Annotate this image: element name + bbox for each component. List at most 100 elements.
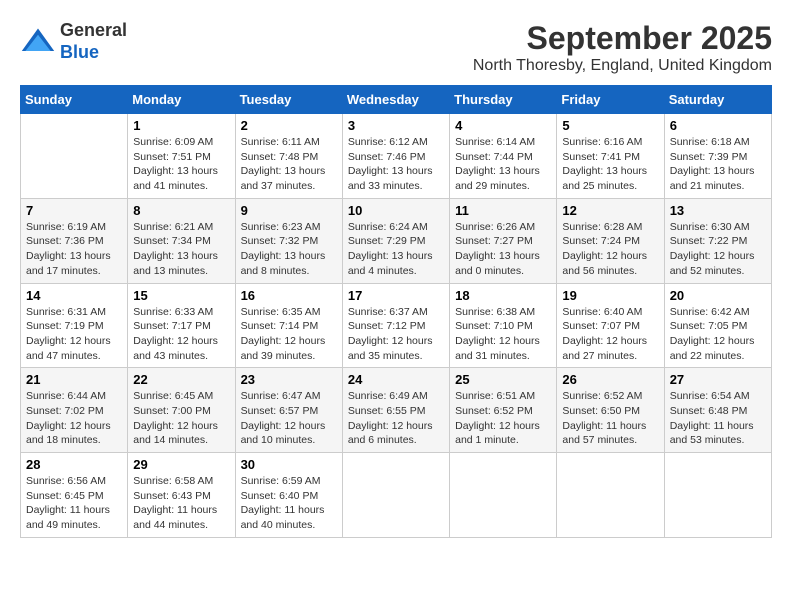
day-info: Sunrise: 6:47 AM Sunset: 6:57 PM Dayligh…: [241, 389, 337, 448]
day-info: Sunrise: 6:30 AM Sunset: 7:22 PM Dayligh…: [670, 220, 766, 279]
day-info: Sunrise: 6:52 AM Sunset: 6:50 PM Dayligh…: [562, 389, 658, 448]
day-info: Sunrise: 6:28 AM Sunset: 7:24 PM Dayligh…: [562, 220, 658, 279]
day-info: Sunrise: 6:51 AM Sunset: 6:52 PM Dayligh…: [455, 389, 551, 448]
logo-icon: [20, 24, 56, 60]
day-info: Sunrise: 6:58 AM Sunset: 6:43 PM Dayligh…: [133, 474, 229, 533]
day-number: 20: [670, 288, 766, 303]
calendar-cell: 10 Sunrise: 6:24 AM Sunset: 7:29 PM Dayli…: [342, 198, 449, 283]
calendar-cell: 23 Sunrise: 6:47 AM Sunset: 6:57 PM Dayli…: [235, 368, 342, 453]
day-number: 4: [455, 118, 551, 133]
day-number: 8: [133, 203, 229, 218]
day-number: 26: [562, 372, 658, 387]
calendar-cell: 6 Sunrise: 6:18 AM Sunset: 7:39 PM Daylig…: [664, 114, 771, 199]
calendar-week-row: 7 Sunrise: 6:19 AM Sunset: 7:36 PM Daylig…: [21, 198, 772, 283]
calendar-cell: 9Sunrise: 6:23 AM Sunset: 7:32 PM Daylig…: [235, 198, 342, 283]
calendar-cell: 2 Sunrise: 6:11 AM Sunset: 7:48 PM Daylig…: [235, 114, 342, 199]
day-info: Sunrise: 6:18 AM Sunset: 7:39 PM Dayligh…: [670, 135, 766, 194]
calendar-cell: 15 Sunrise: 6:33 AM Sunset: 7:17 PM Dayli…: [128, 283, 235, 368]
day-number: 24: [348, 372, 444, 387]
calendar-cell: [557, 453, 664, 538]
calendar-cell: 22Sunrise: 6:45 AM Sunset: 7:00 PM Dayli…: [128, 368, 235, 453]
day-info: Sunrise: 6:45 AM Sunset: 7:00 PM Dayligh…: [133, 389, 229, 448]
weekday-header-saturday: Saturday: [664, 86, 771, 114]
title-block: September 2025 North Thoresby, England, …: [473, 20, 772, 75]
day-info: Sunrise: 6:31 AM Sunset: 7:19 PM Dayligh…: [26, 305, 122, 364]
day-number: 7: [26, 203, 122, 218]
day-info: Sunrise: 6:42 AM Sunset: 7:05 PM Dayligh…: [670, 305, 766, 364]
day-number: 19: [562, 288, 658, 303]
calendar-cell: 20 Sunrise: 6:42 AM Sunset: 7:05 PM Dayli…: [664, 283, 771, 368]
day-number: 25: [455, 372, 551, 387]
page-header: General Blue September 2025 North Thores…: [20, 20, 772, 75]
day-number: 30: [241, 457, 337, 472]
logo-line1: General: [60, 20, 127, 42]
day-info: Sunrise: 6:14 AM Sunset: 7:44 PM Dayligh…: [455, 135, 551, 194]
day-number: 16: [241, 288, 337, 303]
day-info: Sunrise: 6:19 AM Sunset: 7:36 PM Dayligh…: [26, 220, 122, 279]
calendar-cell: 27Sunrise: 6:54 AM Sunset: 6:48 PM Dayli…: [664, 368, 771, 453]
day-number: 11: [455, 203, 551, 218]
day-info: Sunrise: 6:09 AM Sunset: 7:51 PM Dayligh…: [133, 135, 229, 194]
calendar-cell: 7 Sunrise: 6:19 AM Sunset: 7:36 PM Daylig…: [21, 198, 128, 283]
day-info: Sunrise: 6:21 AM Sunset: 7:34 PM Dayligh…: [133, 220, 229, 279]
day-number: 2: [241, 118, 337, 133]
day-number: 3: [348, 118, 444, 133]
calendar-cell: 17 Sunrise: 6:37 AM Sunset: 7:12 PM Dayli…: [342, 283, 449, 368]
day-number: 21: [26, 372, 122, 387]
calendar-cell: 8 Sunrise: 6:21 AM Sunset: 7:34 PM Daylig…: [128, 198, 235, 283]
day-info: Sunrise: 6:44 AM Sunset: 7:02 PM Dayligh…: [26, 389, 122, 448]
day-info: Sunrise: 6:56 AM Sunset: 6:45 PM Dayligh…: [26, 474, 122, 533]
logo-line2: Blue: [60, 42, 127, 64]
day-info: Sunrise: 6:11 AM Sunset: 7:48 PM Dayligh…: [241, 135, 337, 194]
day-info: Sunrise: 6:26 AM Sunset: 7:27 PM Dayligh…: [455, 220, 551, 279]
calendar-cell: 28 Sunrise: 6:56 AM Sunset: 6:45 PM Dayli…: [21, 453, 128, 538]
day-info: Sunrise: 6:54 AM Sunset: 6:48 PM Dayligh…: [670, 389, 766, 448]
day-info: Sunrise: 6:23 AM Sunset: 7:32 PM Dayligh…: [241, 220, 337, 279]
calendar-week-row: 28 Sunrise: 6:56 AM Sunset: 6:45 PM Dayli…: [21, 453, 772, 538]
calendar-cell: 14 Sunrise: 6:31 AM Sunset: 7:19 PM Dayli…: [21, 283, 128, 368]
calendar-cell: 12Sunrise: 6:28 AM Sunset: 7:24 PM Dayli…: [557, 198, 664, 283]
calendar-week-row: 21 Sunrise: 6:44 AM Sunset: 7:02 PM Dayli…: [21, 368, 772, 453]
logo-text: General Blue: [60, 20, 127, 63]
month-title: September 2025: [473, 20, 772, 57]
calendar-cell: 30Sunrise: 6:59 AM Sunset: 6:40 PM Dayli…: [235, 453, 342, 538]
day-number: 28: [26, 457, 122, 472]
calendar-cell: [450, 453, 557, 538]
day-number: 17: [348, 288, 444, 303]
day-info: Sunrise: 6:24 AM Sunset: 7:29 PM Dayligh…: [348, 220, 444, 279]
calendar-cell: 19 Sunrise: 6:40 AM Sunset: 7:07 PM Dayli…: [557, 283, 664, 368]
calendar-cell: 1 Sunrise: 6:09 AM Sunset: 7:51 PM Daylig…: [128, 114, 235, 199]
weekday-header-thursday: Thursday: [450, 86, 557, 114]
weekday-header-friday: Friday: [557, 86, 664, 114]
day-number: 1: [133, 118, 229, 133]
day-info: Sunrise: 6:37 AM Sunset: 7:12 PM Dayligh…: [348, 305, 444, 364]
day-info: Sunrise: 6:35 AM Sunset: 7:14 PM Dayligh…: [241, 305, 337, 364]
logo: General Blue: [20, 20, 127, 63]
weekday-header-tuesday: Tuesday: [235, 86, 342, 114]
weekday-header-wednesday: Wednesday: [342, 86, 449, 114]
calendar-cell: 21 Sunrise: 6:44 AM Sunset: 7:02 PM Dayli…: [21, 368, 128, 453]
calendar-table: SundayMondayTuesdayWednesdayThursdayFrid…: [20, 85, 772, 538]
day-info: Sunrise: 6:40 AM Sunset: 7:07 PM Dayligh…: [562, 305, 658, 364]
day-number: 10: [348, 203, 444, 218]
calendar-cell: 11 Sunrise: 6:26 AM Sunset: 7:27 PM Dayli…: [450, 198, 557, 283]
calendar-cell: 26 Sunrise: 6:52 AM Sunset: 6:50 PM Dayli…: [557, 368, 664, 453]
calendar-cell: 18Sunrise: 6:38 AM Sunset: 7:10 PM Dayli…: [450, 283, 557, 368]
day-number: 6: [670, 118, 766, 133]
calendar-cell: 13Sunrise: 6:30 AM Sunset: 7:22 PM Dayli…: [664, 198, 771, 283]
day-info: Sunrise: 6:49 AM Sunset: 6:55 PM Dayligh…: [348, 389, 444, 448]
calendar-cell: 24 Sunrise: 6:49 AM Sunset: 6:55 PM Dayli…: [342, 368, 449, 453]
day-number: 14: [26, 288, 122, 303]
day-number: 15: [133, 288, 229, 303]
calendar-cell: 3Sunrise: 6:12 AM Sunset: 7:46 PM Daylig…: [342, 114, 449, 199]
calendar-cell: 25 Sunrise: 6:51 AM Sunset: 6:52 PM Dayli…: [450, 368, 557, 453]
weekday-header-row: SundayMondayTuesdayWednesdayThursdayFrid…: [21, 86, 772, 114]
day-info: Sunrise: 6:33 AM Sunset: 7:17 PM Dayligh…: [133, 305, 229, 364]
calendar-cell: 16 Sunrise: 6:35 AM Sunset: 7:14 PM Dayli…: [235, 283, 342, 368]
calendar-cell: [664, 453, 771, 538]
day-number: 23: [241, 372, 337, 387]
calendar-cell: [342, 453, 449, 538]
calendar-cell: [21, 114, 128, 199]
weekday-header-sunday: Sunday: [21, 86, 128, 114]
location-title: North Thoresby, England, United Kingdom: [473, 57, 772, 75]
